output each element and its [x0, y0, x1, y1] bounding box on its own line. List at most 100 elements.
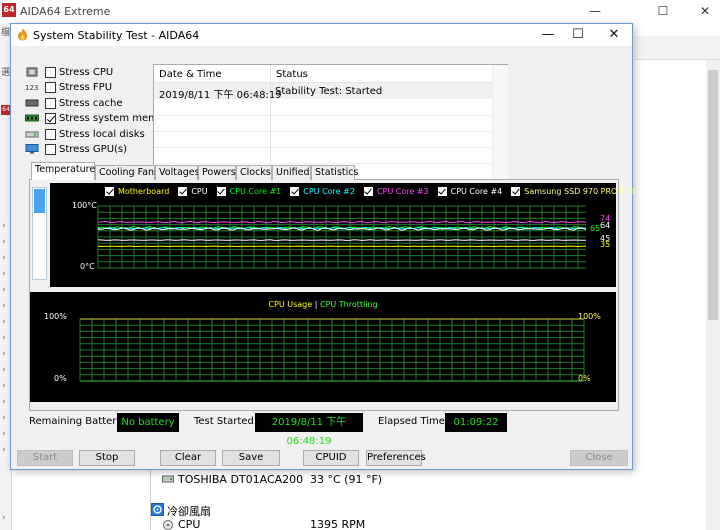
main-scrollbar-thumb[interactable]	[708, 70, 718, 320]
main-maximize-button[interactable]: ☐	[648, 2, 678, 20]
save-button[interactable]: Save	[222, 450, 280, 466]
elapsed-time-value: 01:09:22	[445, 413, 507, 432]
stress-memory-option[interactable]: Stress system memory	[25, 111, 174, 125]
svg-text:123: 123	[25, 84, 38, 92]
memory-module-icon	[25, 114, 39, 122]
tree-section-cooling-fans[interactable]: 冷卻風扇	[167, 503, 211, 519]
tree-chevron-icon[interactable]: ›	[2, 285, 6, 295]
gpu-monitor-icon	[25, 144, 39, 154]
log-row-gridline	[154, 163, 492, 164]
tree-chevron-icon[interactable]: ›	[2, 253, 6, 263]
stress-disks-option[interactable]: Stress local disks	[25, 127, 145, 141]
tree-chevron-icon[interactable]: ›	[2, 221, 6, 231]
tab-clocks[interactable]: Clocks	[236, 165, 272, 180]
usage-left-max-label: 100%	[44, 312, 67, 321]
remaining-battery-value: No battery	[117, 413, 179, 432]
stress-cache-label[interactable]: Stress cache	[59, 98, 123, 109]
menu-file-fragment[interactable]: 檔	[1, 25, 10, 38]
log-row-gridline	[154, 131, 492, 132]
dialog-title: System Stability Test - AIDA64	[33, 29, 200, 42]
tab-powers[interactable]: Powers	[198, 165, 236, 180]
log-column-status[interactable]: Status	[271, 65, 492, 83]
close-button[interactable]: Close	[570, 450, 628, 466]
tree-item-cpu-fan-label[interactable]: CPU	[178, 518, 200, 530]
stress-cache-checkbox[interactable]	[45, 97, 56, 109]
dialog-minimize-button[interactable]: —	[531, 25, 565, 45]
log-column-datetime[interactable]: Date & Time	[154, 65, 270, 83]
log-scrollbar[interactable]	[492, 65, 508, 179]
cpu-usage-graph: CPU Usage | CPU Throttling 100% 0% 100% …	[30, 292, 616, 402]
sensor-side-scrollbar[interactable]	[32, 187, 47, 280]
tree-chevron-icon[interactable]: ›	[2, 317, 6, 327]
usage-right-min-label: 0%	[578, 374, 591, 383]
main-window-title: AIDA64 Extreme	[20, 5, 111, 18]
tab-unified[interactable]: Unified	[272, 165, 311, 180]
tree-chevron-icon[interactable]: ›	[2, 301, 6, 311]
stress-fpu-option[interactable]: 123 Stress FPU	[25, 80, 112, 94]
sensor-side-scrollbar-thumb[interactable]	[34, 189, 45, 213]
start-button[interactable]: Start	[17, 450, 73, 466]
tree-chevron-icon[interactable]: ›	[2, 381, 6, 391]
temperature-plot	[97, 205, 587, 269]
dialog-close-button[interactable]: ✕	[597, 25, 631, 45]
stress-memory-checkbox[interactable]	[45, 112, 56, 124]
main-close-button[interactable]: ✕	[690, 2, 720, 20]
cpu-usage-plot	[79, 318, 585, 382]
log-row-gridline	[154, 147, 492, 148]
tree-chevron-icon[interactable]: ›	[2, 429, 6, 439]
temp-series-core4	[97, 239, 586, 241]
stop-button[interactable]: Stop	[79, 450, 135, 466]
tab-voltages[interactable]: Voltages	[155, 165, 200, 180]
cpu-chip-icon	[26, 67, 38, 77]
tree-chevron-icon[interactable]: ›	[2, 333, 6, 343]
log-cell-datetime: 2019/8/11 下午 06:48:19	[159, 90, 282, 101]
test-started-value: 2019/8/11 下午 06:48:19	[255, 413, 363, 447]
pane-divider[interactable]	[150, 466, 151, 530]
tree-chevron-icon[interactable]: ›	[2, 237, 6, 247]
log-cell-status: Stability Test: Started	[275, 86, 383, 97]
cpuid-button[interactable]: CPUID	[303, 450, 359, 466]
dialog-maximize-button[interactable]: ☐	[561, 25, 595, 45]
tree-item-cpu-fan-value: 1395 RPM	[310, 518, 366, 530]
stress-cpu-label[interactable]: Stress CPU	[59, 67, 113, 78]
main-toolbar	[634, 36, 720, 60]
stress-fpu-checkbox[interactable]	[45, 81, 56, 93]
stress-cpu-option[interactable]: Stress CPU	[25, 65, 113, 79]
disk-drive-icon	[25, 131, 39, 138]
tree-chevron-icon[interactable]: ›	[2, 445, 6, 455]
temp-current-value: 35	[600, 240, 611, 250]
test-log-table[interactable]: Date & Time Status 2019/8/11 下午 06:48:19…	[153, 64, 508, 181]
stress-cpu-checkbox[interactable]	[45, 66, 56, 78]
usage-right-max-label: 100%	[578, 312, 601, 321]
fan-item-icon	[163, 520, 173, 530]
tab-cooling-fans[interactable]: Cooling Fans	[95, 165, 159, 180]
stress-gpu-label[interactable]: Stress GPU(s)	[59, 144, 127, 155]
temp-axis-min-label: 0°C	[80, 262, 95, 271]
elapsed-time-label: Elapsed Time:	[378, 416, 449, 427]
tree-item-disk-label[interactable]: TOSHIBA DT01ACA200	[178, 473, 303, 486]
fpu-numbers-icon: 123	[25, 84, 38, 92]
tree-chevron-icon[interactable]: ›	[2, 513, 6, 523]
temp-current-value: 64	[600, 221, 611, 231]
tree-chevron-icon[interactable]: ›	[2, 397, 6, 407]
stress-disks-label[interactable]: Stress local disks	[59, 129, 145, 140]
menu-select-fragment[interactable]: 選	[1, 65, 10, 78]
tree-chevron-icon[interactable]: ›	[2, 413, 6, 423]
stress-cache-option[interactable]: Stress cache	[25, 96, 123, 110]
stress-gpu-option[interactable]: Stress GPU(s)	[25, 142, 127, 156]
stress-gpu-checkbox[interactable]	[45, 143, 56, 155]
tab-temperatures[interactable]: Temperatures	[31, 162, 100, 180]
tab-statistics[interactable]: Statistics	[311, 165, 358, 180]
stress-disks-checkbox[interactable]	[45, 128, 56, 140]
stress-fpu-label[interactable]: Stress FPU	[59, 82, 112, 93]
tree-chevron-icon[interactable]: ›	[2, 269, 6, 279]
log-row-gridline	[154, 115, 492, 116]
clear-button[interactable]: Clear	[160, 450, 216, 466]
dialog-titlebar: System Stability Test - AIDA64 — ☐ ✕	[11, 24, 632, 46]
main-minimize-button[interactable]: —	[580, 2, 610, 20]
remaining-battery-label: Remaining Battery:	[29, 416, 125, 427]
tree-chevron-icon[interactable]: ›	[2, 365, 6, 375]
tree-chevron-icon[interactable]: ›	[2, 349, 6, 359]
temp-axis-max-label: 100°C	[72, 201, 97, 210]
preferences-button[interactable]: Preferences	[366, 450, 426, 466]
